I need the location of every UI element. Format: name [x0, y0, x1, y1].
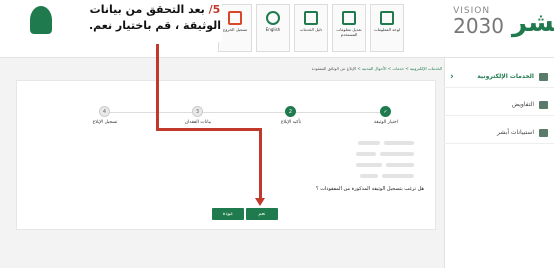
annotation-arrow — [259, 128, 262, 202]
step-2: 2 — [285, 106, 296, 117]
dashboard-icon — [380, 11, 394, 25]
breadcrumb-item[interactable]: خدمات — [392, 66, 404, 71]
survey-icon — [539, 129, 548, 137]
logout-tile[interactable]: تسجيل الخروج — [218, 4, 252, 52]
step-4: 4 — [99, 106, 110, 117]
step-label: اختيار الوثيقة — [374, 120, 398, 125]
step-label: تسجيل الإبلاغ — [92, 120, 118, 125]
document-detail-row — [356, 151, 414, 158]
sidebar-item-surveys[interactable]: استبيانات أبشر — [444, 122, 554, 144]
document-detail-row — [356, 162, 414, 169]
eservices-icon — [539, 73, 548, 81]
step-label: بيانات الفقدان — [184, 120, 212, 125]
document-detail-row — [358, 140, 414, 147]
services-guide-tile[interactable]: دليل الخدمات — [294, 4, 328, 52]
dashboard-tile[interactable]: لوحة المعلومات — [370, 4, 404, 52]
breadcrumb: الخدمات الإلكترونية > خدمات > الأحوال ال… — [311, 66, 442, 71]
yes-button[interactable]: نعم — [246, 208, 278, 220]
edit-user-tile[interactable]: تعديل معلومات المستخدم — [332, 4, 366, 52]
breadcrumb-current: الإبلاغ عن الوثائق المفقودة — [311, 66, 357, 71]
sidebar-item-eservices[interactable]: الخدمات الإلكترونية ‹ — [444, 66, 554, 88]
chevron-left-icon: ‹ — [450, 72, 454, 82]
briefcase-icon — [539, 101, 548, 109]
step-label: تأكيد الإبلاغ — [280, 120, 302, 125]
confirm-question: هل ترغب بتسجيل الوثيقة المذكورة من المفق… — [315, 186, 424, 192]
book-icon — [304, 11, 318, 25]
english-tile[interactable]: English — [256, 4, 290, 52]
absher-logo: أبشر — [512, 8, 554, 38]
instruction-caption: 5/ بعد التحقق من بيانات الوثيقة ، قم باخ… — [88, 2, 222, 42]
annotation-arrow — [156, 128, 262, 131]
breadcrumb-item[interactable]: الخدمات الإلكترونية — [410, 66, 442, 71]
logout-icon — [228, 11, 242, 25]
step-3: 3 — [192, 106, 203, 117]
edit-icon — [342, 11, 356, 25]
back-button[interactable]: عودة — [212, 208, 244, 220]
top-bar: تسجيل الخروج English دليل الخدمات تعديل … — [0, 0, 554, 58]
arrow-head-icon — [255, 198, 265, 206]
sidebar: الخدمات الإلكترونية ‹ التفاويض استبيانات … — [444, 58, 554, 268]
breadcrumb-item[interactable]: الأحوال المدنية — [362, 66, 386, 71]
sidebar-item-delegations[interactable]: التفاويض — [444, 94, 554, 116]
step-1: ✓ — [380, 106, 391, 117]
ministry-emblem-icon — [30, 6, 52, 34]
annotation-arrow — [156, 44, 159, 130]
steps-track — [105, 112, 385, 113]
vision-2030-logo: VISION 2030 — [453, 6, 504, 38]
document-detail-row — [360, 173, 414, 180]
globe-icon — [266, 11, 280, 25]
